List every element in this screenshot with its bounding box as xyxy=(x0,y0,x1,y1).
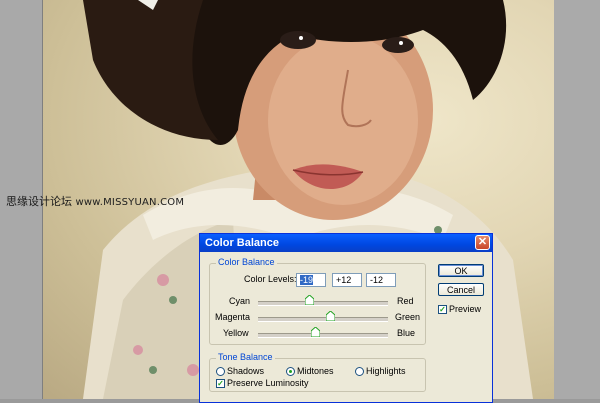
slider-cyan-label: Cyan xyxy=(229,296,251,306)
slider-yellow-label: Yellow xyxy=(223,328,249,338)
level-field-magenta-green[interactable]: +12 xyxy=(332,273,362,287)
cyan-red-slider-track[interactable] xyxy=(258,301,388,306)
ok-button[interactable]: OK xyxy=(438,264,484,277)
color-levels-label: Color Levels: xyxy=(244,274,297,284)
magenta-green-slider-track[interactable] xyxy=(258,317,388,322)
cyan-red-slider-thumb[interactable] xyxy=(305,295,314,305)
slider-green-label: Green xyxy=(395,312,421,322)
watermark-url: www.MISSYUAN.COM xyxy=(75,197,185,208)
shadows-label: Shadows xyxy=(227,366,265,376)
preview-label: Preview xyxy=(449,304,482,314)
preserve-luminosity-checkbox[interactable]: ✓ xyxy=(216,379,225,388)
cancel-button[interactable]: Cancel xyxy=(438,283,484,296)
color-balance-dialog: Color Balance ✕ Color Balance Color Leve… xyxy=(199,233,493,403)
highlights-radio[interactable] xyxy=(355,367,364,376)
preserve-luminosity-label: Preserve Luminosity xyxy=(227,378,309,388)
magenta-green-slider-thumb[interactable] xyxy=(326,311,335,321)
color-balance-group: Color Balance Color Levels: -19 +12 -12 … xyxy=(209,257,426,345)
shadows-radio[interactable] xyxy=(216,367,225,376)
dialog-title: Color Balance xyxy=(205,237,279,249)
slider-red-label: Red xyxy=(397,296,414,306)
close-icon[interactable]: ✕ xyxy=(475,235,490,250)
watermark-chinese: 思缘设计论坛 xyxy=(6,195,72,208)
level-field-yellow-blue[interactable]: -12 xyxy=(366,273,396,287)
tone-balance-group-label: Tone Balance xyxy=(216,352,275,362)
color-balance-group-label: Color Balance xyxy=(216,257,277,267)
canvas-right-margin xyxy=(553,0,600,399)
yellow-blue-slider-track[interactable] xyxy=(258,333,388,338)
level-field-cyan-red[interactable]: -19 xyxy=(296,273,326,287)
midtones-label: Midtones xyxy=(297,366,334,376)
highlights-label: Highlights xyxy=(366,366,406,376)
slider-blue-label: Blue xyxy=(397,328,416,338)
dialog-titlebar[interactable]: Color Balance ✕ xyxy=(200,234,492,252)
yellow-blue-slider-thumb[interactable] xyxy=(311,327,320,337)
slider-magenta-label: Magenta xyxy=(215,312,251,322)
tone-balance-group: Tone Balance Shadows Midtones Highlights… xyxy=(209,352,426,392)
watermark: 思缘设计论坛 www.MISSYUAN.COM xyxy=(6,193,184,209)
midtones-radio[interactable] xyxy=(286,367,295,376)
preview-checkbox[interactable]: ✓ xyxy=(438,305,447,314)
